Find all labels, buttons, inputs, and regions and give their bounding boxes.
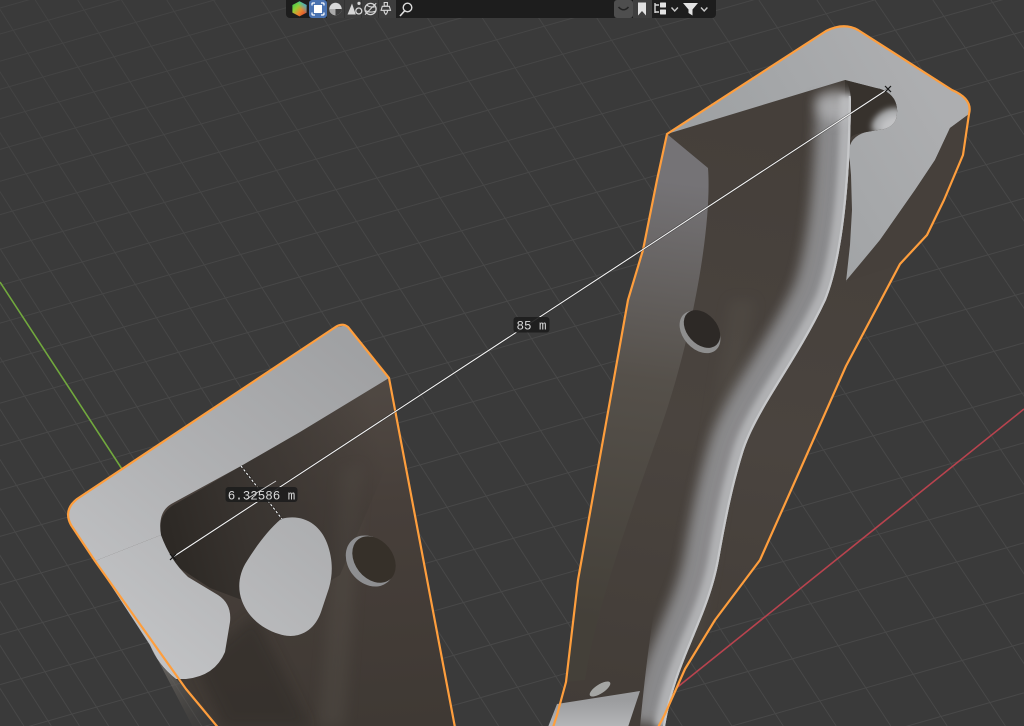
svg-text:6.32586 m: 6.32586 m (228, 490, 296, 504)
svg-text:85 m: 85 m (516, 320, 546, 334)
